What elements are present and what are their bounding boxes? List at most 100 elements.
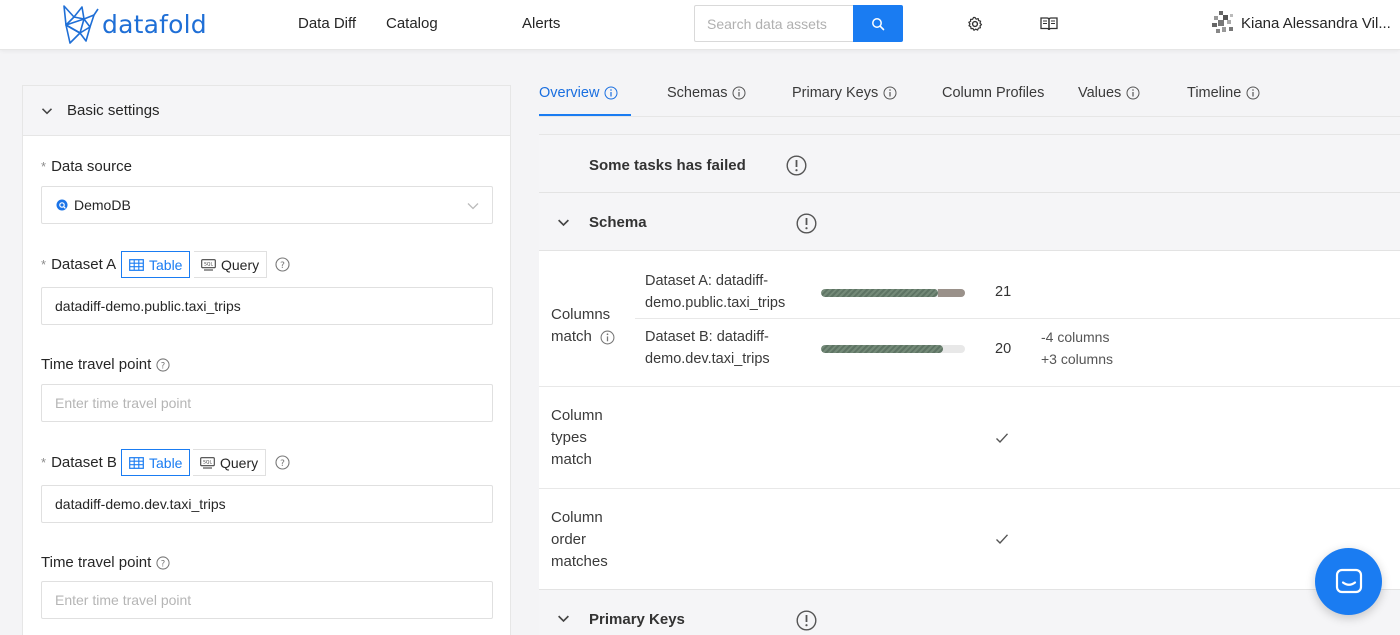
chat-launcher-button[interactable]: [1315, 548, 1382, 615]
time-travel-a-label: Time travel point ?: [41, 356, 170, 373]
docs-button[interactable]: [1038, 13, 1060, 35]
tab-column-profiles[interactable]: Column Profiles: [942, 85, 1044, 101]
datafold-logo[interactable]: datafold: [60, 2, 207, 46]
chevron-down-icon: [557, 612, 570, 628]
dataset-b-input[interactable]: [41, 485, 493, 523]
required-mark: *: [41, 257, 47, 272]
column-types-line3: match: [551, 451, 592, 468]
row-divider: [539, 386, 1400, 387]
column-order-line3: matches: [551, 553, 608, 570]
tab-primary-keys[interactable]: Primary Keys: [792, 85, 897, 101]
dataset-b-summary-line2: demo.dev.taxi_trips: [645, 351, 770, 367]
data-source-label-text: Data source: [51, 158, 132, 175]
tab-column-profiles-label: Column Profiles: [942, 85, 1045, 101]
nav-alerts[interactable]: Alerts: [522, 15, 560, 32]
svg-text:?: ?: [161, 360, 165, 370]
table-label: Table: [149, 454, 183, 471]
dataset-b-label-text: Dataset B: [51, 454, 117, 471]
dataset-a-query-toggle[interactable]: SQL Query: [194, 251, 268, 278]
time-travel-a-input[interactable]: [41, 384, 493, 422]
removed-columns: -4 columns: [1041, 329, 1110, 345]
user-menu[interactable]: Kiana Alessandra Vil...: [1210, 10, 1391, 36]
data-source-select[interactable]: DemoDB: [41, 186, 493, 224]
nav-catalog[interactable]: Catalog: [386, 15, 438, 32]
info-icon: [732, 86, 746, 100]
dataset-b-column-bar: [821, 345, 965, 353]
settings-panel: Basic settings * Data source DemoDB * Da…: [22, 85, 511, 635]
overview-content: Some tasks has failed Schema Columns mat…: [539, 134, 1400, 635]
question-icon[interactable]: ?: [275, 455, 290, 473]
tab-overview-label: Overview: [539, 85, 600, 101]
primary-keys-title: Primary Keys: [589, 611, 685, 628]
time-travel-a-label-text: Time travel point: [41, 356, 152, 373]
time-travel-b-input[interactable]: [41, 581, 493, 619]
chat-icon: [1335, 568, 1362, 593]
data-source-value: DemoDB: [74, 197, 131, 213]
search-button[interactable]: [853, 5, 903, 42]
avatar: [1212, 11, 1233, 33]
svg-text:SQL: SQL: [203, 459, 212, 465]
question-icon[interactable]: ?: [275, 257, 290, 275]
info-icon[interactable]: [600, 330, 615, 345]
dataset-b-shared-bar: [821, 345, 944, 353]
dataset-a-table-toggle[interactable]: Table: [121, 251, 191, 278]
schema-title: Schema: [589, 214, 647, 231]
required-mark: *: [41, 455, 47, 470]
top-header: datafold Data Diff Catalog Alerts Search…: [0, 0, 1400, 50]
column-types-line2: types: [551, 429, 587, 446]
gear-icon: [968, 16, 983, 31]
svg-text:?: ?: [280, 261, 285, 271]
columns-match-label-line1: Columns: [551, 306, 611, 323]
info-icon: [1126, 86, 1140, 100]
column-order-line1: Column: [551, 509, 603, 526]
tab-values[interactable]: Values: [1078, 85, 1140, 101]
chevron-down-icon: [467, 203, 479, 210]
column-diff-summary: -4 columns +3 columns: [1041, 326, 1113, 370]
svg-text:?: ?: [161, 558, 165, 568]
failed-tasks-text: Some tasks has failed: [589, 157, 746, 174]
check-icon: [995, 431, 1009, 447]
chevron-down-icon: [41, 107, 53, 114]
dataset-a-label-text: Dataset A: [51, 256, 117, 273]
settings-button[interactable]: [964, 13, 986, 35]
dataset-b-summary: Dataset B: datadiff- demo.dev.taxi_trips: [645, 326, 805, 370]
time-travel-b-label-text: Time travel point: [41, 554, 152, 571]
dataset-b-count: 20: [995, 341, 1012, 357]
dataset-a-input[interactable]: [41, 287, 493, 325]
dataset-a-summary-line2: demo.public.taxi_trips: [645, 295, 786, 311]
tab-schemas[interactable]: Schemas: [667, 85, 746, 101]
book-icon: [1040, 17, 1058, 31]
table-label: Table: [149, 256, 183, 273]
search-input[interactable]: [694, 5, 854, 42]
dataset-a-shared-bar: [821, 289, 938, 297]
columns-match-label: Columns match: [551, 304, 615, 348]
nav-data-diff[interactable]: Data Diff: [298, 15, 356, 32]
tab-timeline[interactable]: Timeline: [1187, 85, 1260, 101]
check-icon: [995, 532, 1009, 548]
sql-icon: SQL: [200, 456, 215, 469]
dataset-b-summary-line1: Dataset B: datadiff-: [645, 329, 769, 345]
svg-text:SQL: SQL: [204, 261, 213, 267]
dataset-b-query-toggle[interactable]: SQL Query: [193, 449, 267, 476]
schema-section-header[interactable]: Schema: [539, 193, 1400, 251]
info-icon: [604, 86, 618, 100]
primary-keys-section-header[interactable]: Primary Keys: [539, 589, 1400, 635]
basic-settings-title: Basic settings: [67, 102, 160, 119]
basic-settings-header[interactable]: Basic settings: [23, 86, 510, 136]
dataset-b-table-toggle[interactable]: Table: [121, 449, 191, 476]
row-divider: [635, 318, 1400, 319]
sql-icon: SQL: [201, 258, 216, 271]
table-icon: [129, 258, 144, 271]
tab-schemas-label: Schemas: [667, 85, 728, 101]
data-source-label: * Data source: [41, 158, 132, 175]
tab-overview[interactable]: Overview: [539, 85, 618, 101]
dataset-a-summary-line1: Dataset A: datadiff-: [645, 273, 769, 289]
exclamation-icon: [796, 213, 817, 237]
query-label: Query: [221, 256, 260, 273]
question-icon[interactable]: ?: [156, 555, 170, 570]
dataset-a-extra-bar: [937, 289, 965, 297]
database-icon: [56, 199, 68, 211]
active-tab-indicator: [539, 114, 631, 116]
time-travel-b-label: Time travel point ?: [41, 554, 170, 571]
question-icon[interactable]: ?: [156, 357, 170, 372]
